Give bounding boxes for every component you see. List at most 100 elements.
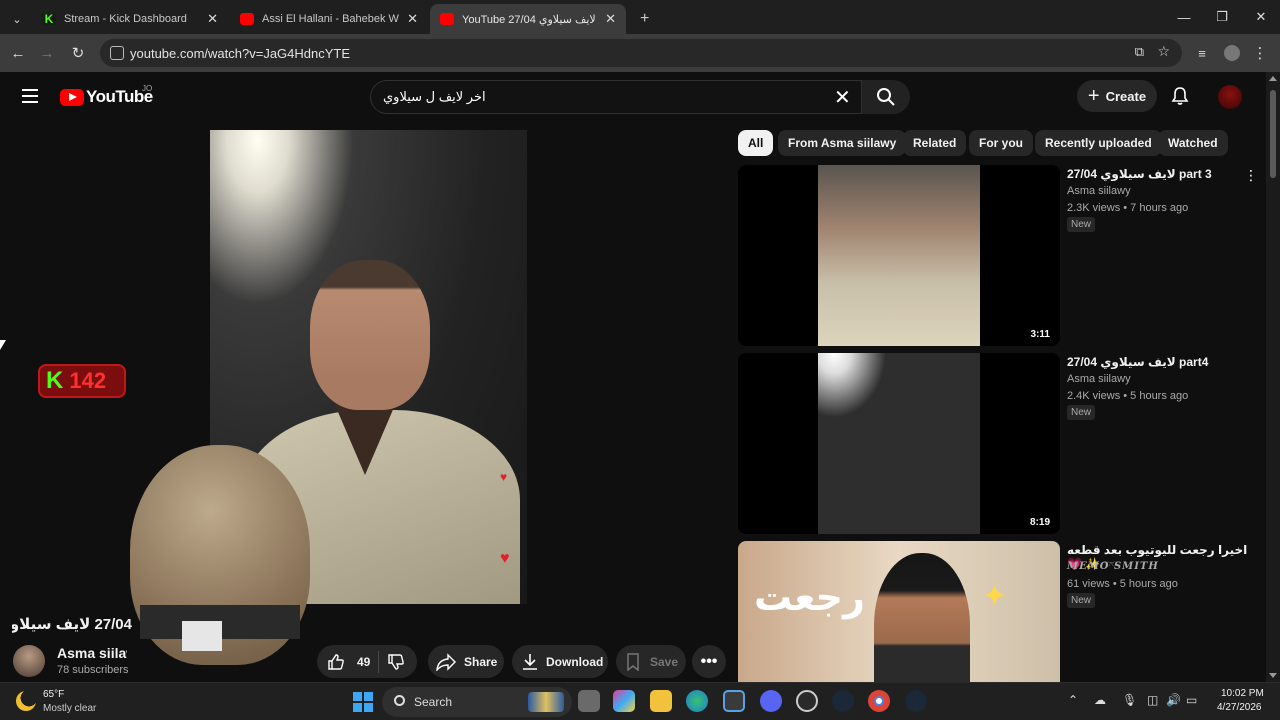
video-thumbnail[interactable]: 3:11: [738, 165, 1060, 346]
like-count: 49: [357, 654, 371, 669]
file-explorer-icon[interactable]: [650, 690, 672, 712]
clear-search-icon[interactable]: ✕: [834, 85, 851, 110]
kick-favicon-icon: K: [42, 12, 56, 26]
create-label: Create: [1105, 88, 1147, 104]
media-controls-icon[interactable]: ≡: [1192, 43, 1212, 63]
recommendation-title[interactable]: لايف سيلاوي 27/04 part 3: [1067, 167, 1257, 181]
new-badge: New: [1067, 405, 1096, 420]
scroll-down-icon[interactable]: [1269, 673, 1277, 678]
chip-all[interactable]: All: [738, 130, 774, 156]
tab-youtube-active[interactable]: YouTube 27/04 لايف سيلاوي ✕: [430, 4, 626, 34]
network-cloud-icon[interactable]: ☁: [1094, 693, 1106, 707]
microphone-icon[interactable]: 🎙: [1122, 693, 1137, 707]
url-field[interactable]: youtube.com/watch?v=JaG4HdncYTE ⧉ ☆: [100, 39, 1182, 67]
task-view-icon[interactable]: [578, 690, 600, 712]
account-avatar[interactable]: [1218, 85, 1242, 109]
thumbnail-frame: [818, 353, 980, 534]
recommendation-channel[interactable]: Asma siilawy: [1067, 185, 1131, 197]
youtube-header: YouTube JO اخر لايف ل سيلاوي ✕ + Create: [0, 72, 1266, 122]
profile-icon[interactable]: [1222, 43, 1242, 63]
close-tab-icon[interactable]: ✕: [207, 11, 218, 27]
tab-assi-el-hallani[interactable]: Assi El Hallani - Bahebek We Bg ✕: [230, 4, 428, 34]
new-tab-button[interactable]: +: [630, 4, 654, 34]
heart-icon: ♥: [500, 470, 508, 484]
maximize-icon[interactable]: ❐: [1203, 0, 1241, 34]
youtube-logo[interactable]: YouTube JO: [60, 84, 153, 107]
minimize-icon[interactable]: —: [1165, 0, 1203, 34]
chip-related[interactable]: Related: [903, 130, 967, 156]
chip-for-you[interactable]: For you: [969, 130, 1033, 156]
subscriber-count: 78 subscribers: [57, 664, 129, 676]
recommendation-item[interactable]: رجعت ✦ اخيرا رجعت لليوتيوب بعد قطعه 🕶️ ✨…: [738, 541, 1258, 682]
scroll-up-icon[interactable]: [1269, 76, 1277, 81]
site-info-icon[interactable]: [110, 46, 124, 60]
chip-watched[interactable]: Watched: [1158, 130, 1228, 156]
back-arrow-icon[interactable]: ←: [8, 43, 28, 63]
video-thumbnail[interactable]: 8:19: [738, 353, 1060, 534]
forward-arrow-icon[interactable]: →: [37, 43, 57, 63]
tab-search-button[interactable]: ⌄: [2, 4, 32, 34]
share-icon: [436, 652, 456, 671]
thumbnail-frame: [818, 165, 980, 346]
volume-icon[interactable]: 🔊: [1166, 693, 1181, 707]
recommendation-channel[interactable]: MEMO SMITH: [1067, 561, 1159, 572]
recommendation-item[interactable]: 8:19 لايف سيلاوي 27/04 part4 Asma siilaw…: [738, 353, 1258, 534]
steam-icon[interactable]: [832, 690, 854, 712]
more-actions-icon[interactable]: •••: [692, 645, 726, 678]
battery-icon[interactable]: ▭: [1186, 693, 1197, 707]
steam-secondary-icon[interactable]: [905, 690, 927, 712]
discord-icon[interactable]: [760, 690, 782, 712]
reload-icon[interactable]: ↻: [68, 43, 88, 63]
show-hidden-icons[interactable]: ⌃: [1068, 693, 1078, 707]
recommendation-item[interactable]: 3:11 لايف سيلاوي 27/04 part 3 Asma siila…: [738, 165, 1258, 346]
page-scrollbar[interactable]: [1266, 72, 1280, 682]
new-badge: New: [1067, 593, 1096, 608]
install-app-icon[interactable]: ⧉: [1135, 44, 1144, 60]
windows-start-icon[interactable]: [353, 692, 373, 712]
close-window-icon[interactable]: ✕: [1242, 0, 1280, 34]
hamburger-menu-icon[interactable]: [22, 89, 38, 103]
clock-time[interactable]: 10:02 PM: [1221, 688, 1264, 699]
like-button[interactable]: 49: [317, 653, 370, 671]
more-options-icon[interactable]: ⋮: [1244, 167, 1258, 184]
clock-date[interactable]: 4/27/2026: [1217, 702, 1262, 713]
channel-avatar[interactable]: [13, 645, 45, 677]
copilot-icon[interactable]: [613, 690, 635, 712]
tab-kick-dashboard[interactable]: K Stream - Kick Dashboard ✕: [32, 4, 228, 34]
new-badge: New: [1067, 217, 1096, 232]
dislike-button[interactable]: [387, 653, 405, 671]
channel-name[interactable]: Asma siilawy: [57, 645, 127, 661]
chip-from-channel[interactable]: From Asma siilawy: [778, 130, 907, 156]
video-thumbnail[interactable]: رجعت ✦: [738, 541, 1060, 682]
recommendation-meta: 61 views • 5 hours ago: [1067, 578, 1178, 590]
close-tab-icon[interactable]: ✕: [605, 11, 616, 27]
save-button[interactable]: Save: [616, 645, 686, 678]
weather-temperature[interactable]: 65°F: [43, 689, 64, 700]
taskbar-search[interactable]: Search: [382, 687, 572, 717]
create-button[interactable]: + Create: [1077, 80, 1157, 112]
store-icon[interactable]: [723, 690, 745, 712]
notifications-bell-icon[interactable]: [1170, 86, 1190, 106]
taskbar-search-label: Search: [414, 695, 453, 709]
thumbs-down-icon: [388, 653, 405, 670]
obs-icon[interactable]: [796, 690, 818, 712]
browser-menu-icon[interactable]: ⋮: [1250, 43, 1270, 63]
weather-description[interactable]: Mostly clear: [43, 703, 96, 714]
search-input[interactable]: اخر لايف ل سيلاوي: [370, 80, 862, 114]
close-tab-icon[interactable]: ✕: [407, 11, 418, 27]
search-button[interactable]: [862, 80, 910, 114]
chip-recently-uploaded[interactable]: Recently uploaded: [1035, 130, 1162, 156]
share-button[interactable]: Share: [428, 645, 504, 678]
download-button[interactable]: Download: [512, 645, 608, 678]
scrollbar-thumb[interactable]: [1270, 90, 1276, 178]
edge-icon[interactable]: [686, 690, 708, 712]
recommendation-title[interactable]: لايف سيلاوي 27/04 part4: [1067, 355, 1257, 369]
country-code: JO: [142, 84, 153, 93]
chrome-icon[interactable]: [868, 690, 890, 712]
save-label: Save: [650, 654, 679, 669]
youtube-play-icon: [60, 88, 84, 106]
weather-moon-icon[interactable]: [16, 691, 36, 711]
recommendation-channel[interactable]: Asma siilawy: [1067, 373, 1131, 385]
wifi-icon[interactable]: ◫: [1147, 693, 1158, 707]
bookmark-star-icon[interactable]: ☆: [1157, 43, 1170, 60]
